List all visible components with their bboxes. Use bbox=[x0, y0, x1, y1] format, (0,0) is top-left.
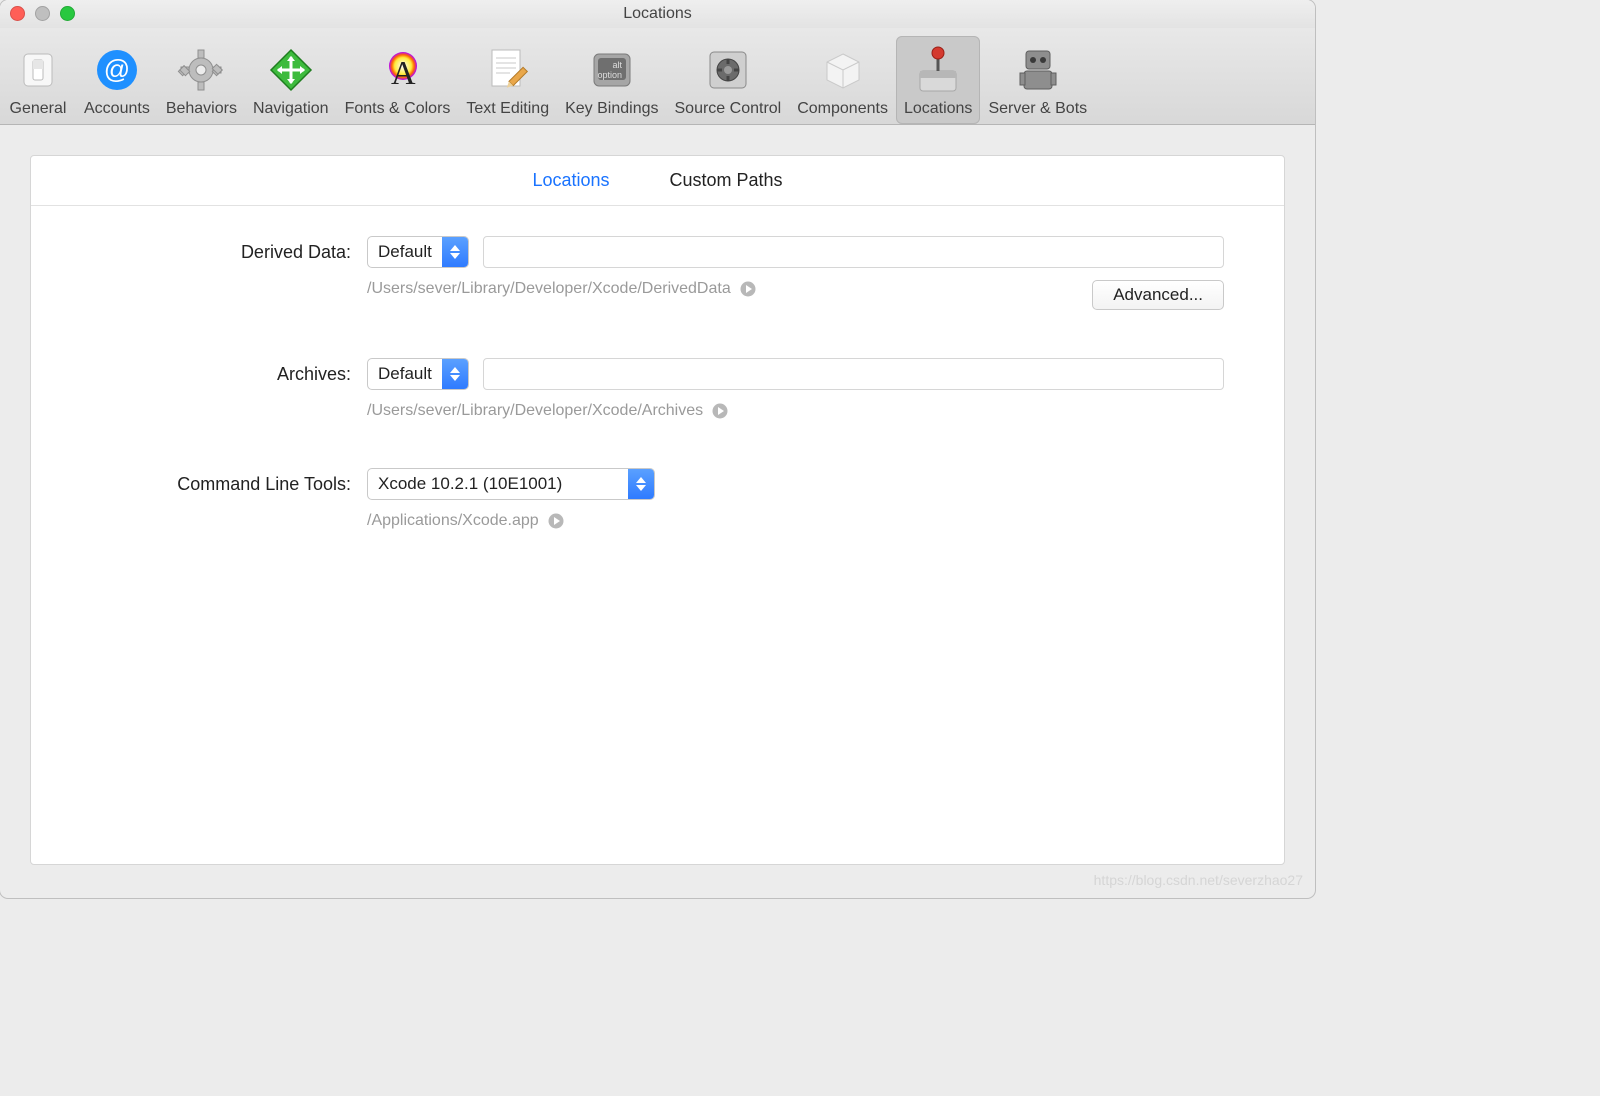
reveal-arrow-icon[interactable] bbox=[547, 512, 565, 530]
chevron-up-down-icon bbox=[628, 469, 654, 499]
derived-data-select[interactable]: Default bbox=[367, 236, 469, 268]
tab-label: Key Bindings bbox=[565, 100, 658, 118]
switch-icon bbox=[8, 42, 68, 98]
tab-label: Fonts & Colors bbox=[345, 100, 451, 118]
svg-text:A: A bbox=[391, 55, 416, 92]
archives-label: Archives: bbox=[91, 364, 351, 385]
preferences-toolbar: General @ Accounts bbox=[0, 28, 1315, 125]
document-pencil-icon bbox=[478, 42, 538, 98]
tab-locations[interactable]: Locations bbox=[896, 36, 981, 124]
clt-path: /Applications/Xcode.app bbox=[367, 512, 539, 530]
clt-select[interactable]: Xcode 10.2.1 (10E1001) bbox=[367, 468, 655, 500]
reveal-arrow-icon[interactable] bbox=[739, 280, 757, 298]
tab-label: Components bbox=[797, 100, 888, 118]
tab-server-bots[interactable]: Server & Bots bbox=[980, 36, 1095, 124]
advanced-button[interactable]: Advanced... bbox=[1092, 280, 1224, 310]
at-icon: @ bbox=[87, 42, 147, 98]
preferences-window: Locations General @ Accounts bbox=[0, 0, 1315, 898]
tab-navigation[interactable]: Navigation bbox=[245, 36, 337, 124]
vault-icon bbox=[698, 42, 758, 98]
zoom-icon[interactable] bbox=[60, 6, 75, 21]
watermark-text: https://blog.csdn.net/severzhao27 bbox=[1094, 872, 1303, 888]
select-value: Xcode 10.2.1 (10E1001) bbox=[368, 474, 628, 494]
tab-label: Text Editing bbox=[466, 100, 549, 118]
traffic-lights bbox=[10, 6, 75, 21]
subtab-locations[interactable]: Locations bbox=[532, 170, 609, 191]
tab-source-control[interactable]: Source Control bbox=[667, 36, 790, 124]
minimize-icon[interactable] bbox=[35, 6, 50, 21]
clt-label: Command Line Tools: bbox=[91, 474, 351, 495]
close-icon[interactable] bbox=[10, 6, 25, 21]
gear-icon bbox=[171, 42, 231, 98]
tab-general[interactable]: General bbox=[0, 36, 76, 124]
tab-label: Behaviors bbox=[166, 100, 237, 118]
tab-label: Navigation bbox=[253, 100, 329, 118]
svg-text:@: @ bbox=[104, 54, 130, 84]
subtab-custom-paths[interactable]: Custom Paths bbox=[670, 170, 783, 191]
tab-text-editing[interactable]: Text Editing bbox=[458, 36, 557, 124]
sub-tabs: Locations Custom Paths bbox=[31, 156, 1284, 206]
move-icon bbox=[261, 42, 321, 98]
font-color-icon: A bbox=[367, 42, 427, 98]
drive-joystick-icon bbox=[908, 42, 968, 98]
tab-label: Source Control bbox=[675, 100, 782, 118]
chevron-up-down-icon bbox=[442, 237, 468, 267]
derived-data-label: Derived Data: bbox=[91, 242, 351, 263]
select-value: Default bbox=[368, 364, 442, 384]
tab-components[interactable]: Components bbox=[789, 36, 896, 124]
titlebar: Locations bbox=[0, 0, 1315, 28]
tab-behaviors[interactable]: Behaviors bbox=[158, 36, 245, 124]
tab-label: Server & Bots bbox=[988, 100, 1087, 118]
keycap-icon: alt option bbox=[582, 42, 642, 98]
chevron-up-down-icon bbox=[442, 359, 468, 389]
archives-path-input[interactable] bbox=[483, 358, 1224, 390]
tab-fonts-colors[interactable]: A Fonts & Colors bbox=[337, 36, 459, 124]
reveal-arrow-icon[interactable] bbox=[711, 402, 729, 420]
tab-label: Accounts bbox=[84, 100, 150, 118]
window-title: Locations bbox=[623, 5, 692, 23]
locations-panel: Locations Custom Paths Derived Data: Def… bbox=[30, 155, 1285, 865]
tab-label: Locations bbox=[904, 100, 973, 118]
archives-path: /Users/sever/Library/Developer/Xcode/Arc… bbox=[367, 402, 703, 420]
svg-text:option: option bbox=[597, 70, 622, 80]
content-area: Locations Custom Paths Derived Data: Def… bbox=[0, 125, 1315, 895]
svg-text:alt: alt bbox=[612, 60, 622, 70]
package-icon bbox=[813, 42, 873, 98]
derived-data-path: /Users/sever/Library/Developer/Xcode/Der… bbox=[367, 280, 731, 298]
tab-label: General bbox=[10, 100, 67, 118]
tab-key-bindings[interactable]: alt option Key Bindings bbox=[557, 36, 666, 124]
tab-accounts[interactable]: @ Accounts bbox=[76, 36, 158, 124]
locations-form: Derived Data: Default bbox=[31, 206, 1284, 568]
archives-select[interactable]: Default bbox=[367, 358, 469, 390]
robot-icon bbox=[1008, 42, 1068, 98]
select-value: Default bbox=[368, 242, 442, 262]
derived-data-path-input[interactable] bbox=[483, 236, 1224, 268]
